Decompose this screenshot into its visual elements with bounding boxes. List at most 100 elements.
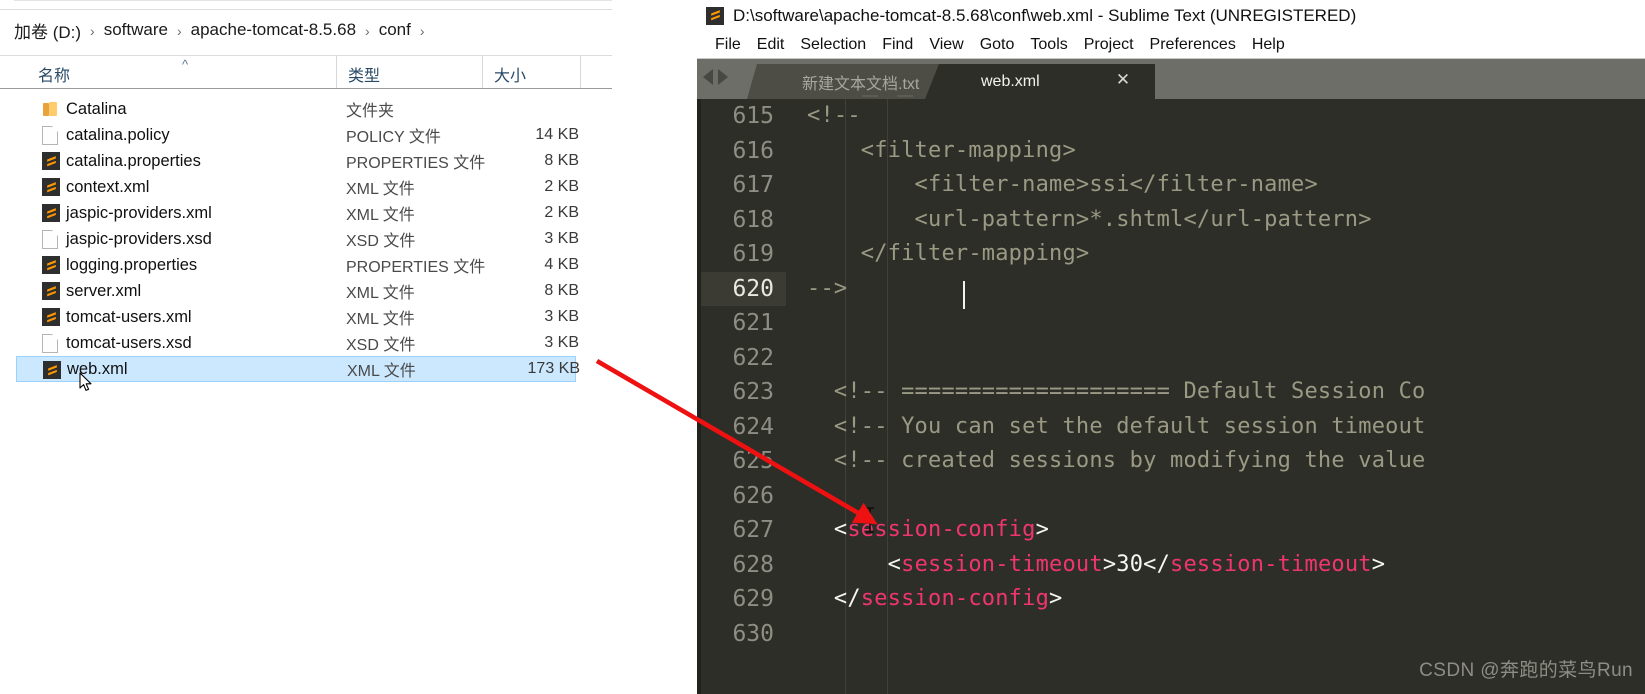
file-row[interactable]: context.xml XML 文件 2 KB — [16, 174, 579, 200]
token-comment: --> — [807, 275, 848, 301]
close-icon[interactable]: ✕ — [1115, 71, 1131, 88]
file-name: Catalina — [66, 99, 127, 118]
code-editor[interactable]: 615 <!-- 616 <filter-mapping> 617 <filter-n… — [697, 99, 1645, 694]
line-number: 615 — [732, 103, 774, 129]
file-row[interactable]: tomcat-users.xsd XSD 文件 3 KB — [16, 330, 579, 356]
code-line[interactable]: 616 <filter-mapping> — [697, 134, 1645, 169]
file-row[interactable]: catalina.properties PROPERTIES 文件 8 KB — [16, 148, 579, 174]
document-glyph — [42, 334, 58, 353]
file-size: 4 KB — [544, 256, 579, 273]
sublime-glyph — [42, 308, 60, 326]
column-header-type[interactable]: 类型 — [348, 62, 380, 86]
menu-item-file[interactable]: File — [707, 36, 749, 54]
file-row[interactable]: catalina.policy POLICY 文件 14 KB — [16, 122, 579, 148]
code-text: --> — [807, 272, 847, 307]
column-divider-2[interactable] — [482, 56, 483, 88]
sublime-icon — [42, 178, 60, 197]
code-line[interactable]: 619 </filter-mapping> — [697, 237, 1645, 272]
file-row[interactable]: tomcat-users.xml XML 文件 3 KB — [16, 304, 579, 330]
token-tag: session-config — [860, 586, 1050, 611]
menu-item-selection[interactable]: Selection — [792, 36, 874, 54]
file-size: 3 KB — [544, 230, 579, 247]
code-line[interactable]: 627 <session-config> — [697, 513, 1645, 548]
code-line[interactable]: 630 — [697, 617, 1645, 652]
breadcrumb-segment[interactable]: software — [102, 20, 170, 40]
breadcrumb-segment[interactable]: 加卷 (D:) — [12, 18, 83, 43]
tab-prev-arrow-icon[interactable] — [703, 69, 713, 85]
token-tag: session-config — [847, 517, 1036, 542]
menu-item-preferences[interactable]: Preferences — [1142, 36, 1244, 54]
file-name: web.xml — [67, 359, 128, 378]
code-line[interactable]: 620 --> — [697, 271, 1645, 307]
code-line[interactable]: 621 — [697, 306, 1645, 341]
file-row-selected[interactable]: web.xml XML 文件 173 KB — [16, 356, 580, 382]
token-punct: > — [1049, 586, 1063, 611]
menu-item-find[interactable]: Find — [874, 36, 921, 54]
breadcrumb-separator-icon[interactable]: › — [358, 23, 377, 39]
column-header-name[interactable]: 名称 — [38, 62, 70, 86]
code-line[interactable]: 629 </session-config> — [697, 582, 1645, 617]
sublime-glyph — [42, 204, 60, 222]
line-number: 624 — [732, 413, 774, 440]
token-comment: <filter-name>ssi</filter-name> — [807, 172, 1318, 197]
sublime-icon — [42, 308, 60, 327]
sublime-glyph — [42, 282, 60, 300]
token-comment: <!-- ==================== Default Sessio… — [807, 379, 1426, 404]
menu-item-project[interactable]: Project — [1076, 36, 1142, 54]
column-divider-1[interactable] — [336, 56, 337, 88]
tab-underline-mark-1 — [862, 95, 878, 97]
code-line[interactable]: 622 — [697, 341, 1645, 376]
token-tag: session-timeout — [1170, 551, 1372, 577]
file-row[interactable]: jaspic-providers.xml XML 文件 2 KB — [16, 200, 579, 226]
menu-item-view[interactable]: View — [921, 36, 971, 54]
tab-next-arrow-icon[interactable] — [718, 69, 728, 85]
breadcrumb-separator-icon[interactable]: › — [413, 23, 432, 39]
menu-item-help[interactable]: Help — [1244, 36, 1293, 54]
column-header-size[interactable]: 大小 — [494, 62, 526, 86]
sublime-glyph — [42, 256, 60, 274]
file-type: XSD 文件 — [346, 233, 416, 250]
line-number: 629 — [732, 586, 774, 612]
code-line[interactable]: 623 <!-- ==================== Default Se… — [697, 375, 1645, 410]
tab-navigation[interactable] — [703, 69, 728, 85]
column-divider-3[interactable] — [580, 56, 581, 88]
file-size: 3 KB — [544, 308, 579, 325]
file-row[interactable]: Catalina 文件夹 — [16, 96, 576, 122]
menu-item-goto[interactable]: Goto — [972, 36, 1023, 54]
file-size: 14 KB — [535, 126, 579, 143]
tab-web-xml[interactable]: web.xml ✕ — [925, 64, 1155, 99]
file-name: logging.properties — [66, 255, 198, 274]
line-number: 621 — [732, 310, 774, 336]
code-line[interactable]: 626 — [697, 479, 1645, 514]
breadcrumb-separator-icon[interactable]: › — [83, 23, 102, 39]
token-comment: <filter-mapping> — [807, 137, 1076, 163]
code-lines[interactable]: 615 <!-- 616 <filter-mapping> 617 <filter-n… — [697, 99, 1645, 651]
token-comment: </filter-mapping> — [807, 241, 1090, 266]
document-glyph — [42, 126, 58, 145]
code-line[interactable]: 618 <url-pattern>*.shtml</url-pattern> — [697, 203, 1645, 238]
code-line[interactable]: 624 <!-- You can set the default session… — [697, 410, 1645, 445]
breadcrumb[interactable]: 加卷 (D:) › software › apache-tomcat-8.5.68 › co… — [12, 17, 432, 43]
breadcrumb-separator-icon[interactable]: › — [170, 23, 189, 39]
line-number: 616 — [732, 137, 774, 164]
code-text: </filter-mapping> — [807, 237, 1089, 272]
tab-label: web.xml — [981, 72, 1040, 90]
column-header-top-divider — [0, 55, 612, 56]
file-row[interactable]: logging.properties PROPERTIES 文件 4 KB — [16, 252, 579, 278]
breadcrumb-segment[interactable]: apache-tomcat-8.5.68 — [189, 20, 358, 40]
line-number: 623 — [732, 379, 774, 405]
menu-item-tools[interactable]: Tools — [1022, 36, 1075, 54]
breadcrumb-segment[interactable]: conf — [377, 20, 413, 40]
line-number: 618 — [732, 206, 774, 233]
code-line[interactable]: 625 <!-- created sessions by modifying t… — [697, 444, 1645, 479]
code-text: <session-config> — [807, 513, 1049, 548]
code-line[interactable]: 617 <filter-name>ssi</filter-name> — [697, 168, 1645, 203]
menu-item-edit[interactable]: Edit — [749, 36, 793, 54]
code-line[interactable]: 628 <session-timeout>30</session-timeout… — [697, 548, 1645, 583]
file-row[interactable]: server.xml XML 文件 8 KB — [16, 278, 579, 304]
explorer-right-edge — [612, 0, 613, 694]
sublime-app-icon — [706, 6, 724, 25]
line-number: 628 — [732, 551, 774, 578]
code-line[interactable]: 615 <!-- — [697, 99, 1645, 134]
file-row[interactable]: jaspic-providers.xsd XSD 文件 3 KB — [16, 226, 579, 252]
